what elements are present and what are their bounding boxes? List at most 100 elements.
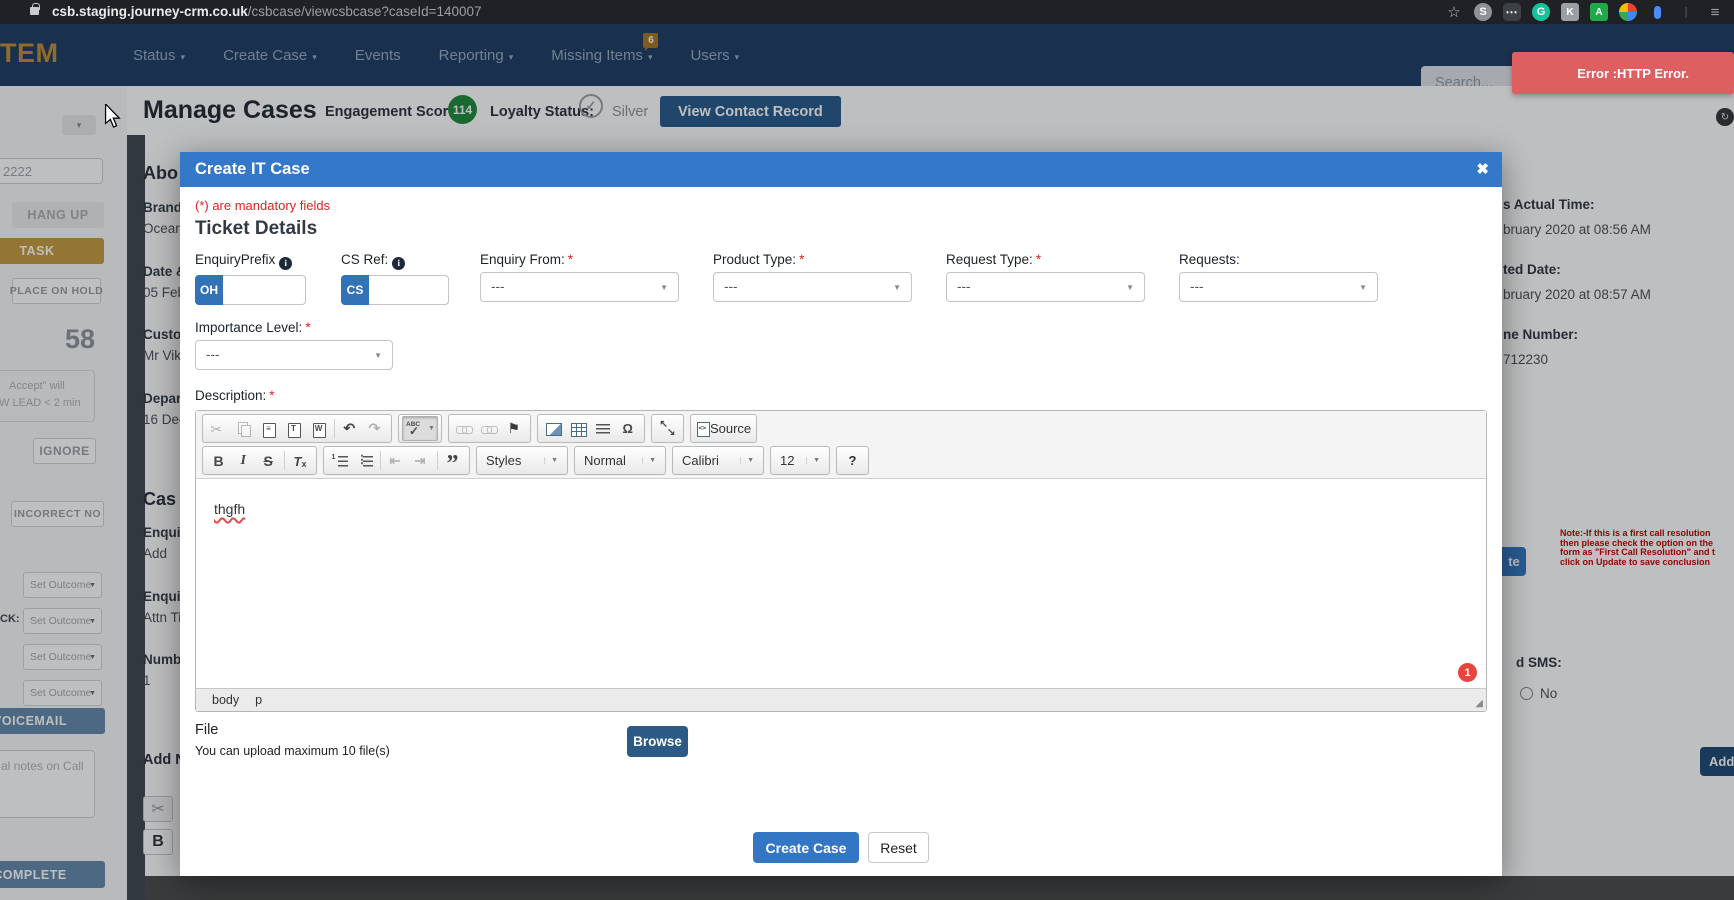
- select-field: Request Type: * --- ▼: [946, 252, 1145, 302]
- importance-level-select[interactable]: --- ▼: [195, 340, 393, 370]
- strikethrough-button[interactable]: [256, 448, 281, 473]
- modal-title: Create IT Case: [195, 160, 310, 178]
- bulleted-list-button[interactable]: [352, 448, 377, 473]
- blockquote-button[interactable]: [441, 448, 466, 478]
- link-button[interactable]: [452, 416, 477, 441]
- chevron-down-icon: ▼: [740, 457, 754, 464]
- remove-format-button[interactable]: [288, 448, 313, 473]
- path-segment[interactable]: p: [255, 693, 262, 707]
- indent-button[interactable]: [409, 448, 434, 473]
- copy-button[interactable]: [231, 416, 256, 441]
- create-case-button[interactable]: Create Case: [753, 832, 859, 863]
- reset-button[interactable]: Reset: [868, 832, 929, 863]
- mandatory-fields-note: (*) are mandatory fields: [195, 198, 331, 213]
- cs-ref-addon: CS: [341, 275, 369, 305]
- enquiry-prefix-input[interactable]: [223, 275, 306, 305]
- url-text[interactable]: csb.staging.journey-crm.co.uk/csbcase/vi…: [52, 4, 482, 19]
- cs-ref-input[interactable]: [369, 275, 449, 305]
- image-button[interactable]: [541, 416, 566, 441]
- keeper-icon[interactable]: K: [1561, 3, 1579, 21]
- toolbar-group: [202, 414, 392, 443]
- paste-from-word-icon: [311, 421, 327, 438]
- error-toast[interactable]: Error :HTTP Error.: [1512, 52, 1734, 94]
- table-button[interactable]: [566, 416, 591, 441]
- requests-select[interactable]: --- ▼: [1179, 272, 1378, 302]
- font-size-combo[interactable]: 12 ▼: [774, 448, 826, 473]
- table-icon: [570, 421, 588, 437]
- chevron-down-icon: ▼: [660, 283, 668, 292]
- product-type-select[interactable]: --- ▼: [713, 272, 912, 302]
- enquiry-from-select[interactable]: --- ▼: [480, 272, 679, 302]
- redo-button[interactable]: [363, 416, 388, 441]
- avg-icon[interactable]: A: [1590, 3, 1608, 21]
- close-icon[interactable]: ✖: [1476, 160, 1489, 178]
- paste-text-button[interactable]: [281, 416, 306, 441]
- anchor-button[interactable]: [502, 416, 527, 441]
- horizontal-line-icon: [595, 421, 611, 437]
- editor-content-area[interactable]: thgfh: [196, 479, 1486, 687]
- chevron-down-icon: ▼: [806, 457, 820, 464]
- info-icon[interactable]: i: [392, 257, 406, 270]
- chevron-down-icon: ▼: [1359, 283, 1367, 292]
- error-count-badge: 1: [1458, 663, 1477, 682]
- browse-button[interactable]: Browse: [627, 726, 688, 757]
- hline-button[interactable]: [591, 416, 616, 441]
- chevron-down-icon: ▼: [893, 283, 901, 292]
- select-fields-row: Enquiry From: * --- ▼ Product Type: * --- …: [480, 252, 1378, 302]
- italic-button[interactable]: [231, 448, 256, 473]
- styles-combo[interactable]: Styles ▼: [480, 448, 564, 473]
- paste-icon: [261, 421, 277, 438]
- more-extensions-icon[interactable]: ⋯: [1503, 3, 1521, 21]
- toolbar-group: ?: [836, 446, 869, 475]
- google-profile-icon[interactable]: [1619, 3, 1637, 21]
- blockquote-icon: [446, 451, 462, 478]
- unlink-button[interactable]: [477, 416, 502, 441]
- grammarly-icon[interactable]: G: [1532, 3, 1550, 21]
- info-icon[interactable]: i: [279, 257, 293, 270]
- skype-icon[interactable]: S: [1474, 3, 1492, 21]
- cut-icon: [211, 421, 227, 437]
- maximize-button[interactable]: [655, 416, 680, 441]
- mouse-cursor: [104, 104, 121, 128]
- toolbar-separator: [380, 451, 381, 470]
- outdent-icon: [389, 453, 405, 469]
- resize-handle-icon[interactable]: ◢: [1475, 698, 1483, 709]
- toolbar-group: Normal ▼: [574, 446, 666, 475]
- about-button[interactable]: ?: [840, 448, 865, 473]
- description-editor: ▼: [195, 410, 1487, 712]
- source-button[interactable]: Source: [694, 416, 753, 441]
- bookmark-star-icon[interactable]: ☆: [1445, 3, 1463, 21]
- redo-icon: [368, 420, 384, 437]
- toolbar-group: Calibri ▼: [672, 446, 764, 475]
- editor-toolbar: ▼: [196, 411, 1486, 479]
- reading-list-icon[interactable]: ≡: [1706, 3, 1724, 21]
- description-label: Description: *: [195, 388, 275, 403]
- font-combo[interactable]: Calibri ▼: [676, 448, 760, 473]
- modal-actions: Create Case Reset: [180, 832, 1502, 863]
- bold-button[interactable]: [206, 448, 231, 473]
- bulleted-list-icon: [357, 453, 373, 469]
- ssl-lock-icon[interactable]: [30, 3, 40, 15]
- special-char-button[interactable]: [616, 416, 641, 441]
- browser-address-bar: csb.staging.journey-crm.co.uk/csbcase/vi…: [0, 0, 1734, 24]
- anchor-flag-icon: [506, 420, 522, 437]
- numbered-list-button[interactable]: [327, 448, 352, 473]
- toolbar-divider[interactable]: |: [1677, 3, 1695, 21]
- chevron-down-icon: ▼: [428, 425, 435, 432]
- paragraph-format-combo[interactable]: Normal ▼: [578, 448, 662, 473]
- strikethrough-icon: [261, 453, 277, 469]
- bold-icon: [211, 453, 227, 469]
- request-type-select[interactable]: --- ▼: [946, 272, 1145, 302]
- outdent-button[interactable]: [384, 448, 409, 473]
- cut-button[interactable]: [206, 416, 231, 441]
- path-segment[interactable]: body: [212, 693, 239, 707]
- toolbar-separator: [284, 451, 285, 470]
- paste-button[interactable]: [256, 416, 281, 441]
- microphone-icon[interactable]: [1648, 3, 1666, 21]
- maximize-icon: [659, 419, 675, 438]
- italic-icon: [236, 453, 252, 469]
- undo-button[interactable]: [338, 416, 363, 441]
- paste-word-button[interactable]: [306, 416, 331, 441]
- toolbar-row-2: Styles ▼ Normal ▼: [202, 446, 1480, 478]
- spellcheck-button[interactable]: ▼: [402, 416, 438, 441]
